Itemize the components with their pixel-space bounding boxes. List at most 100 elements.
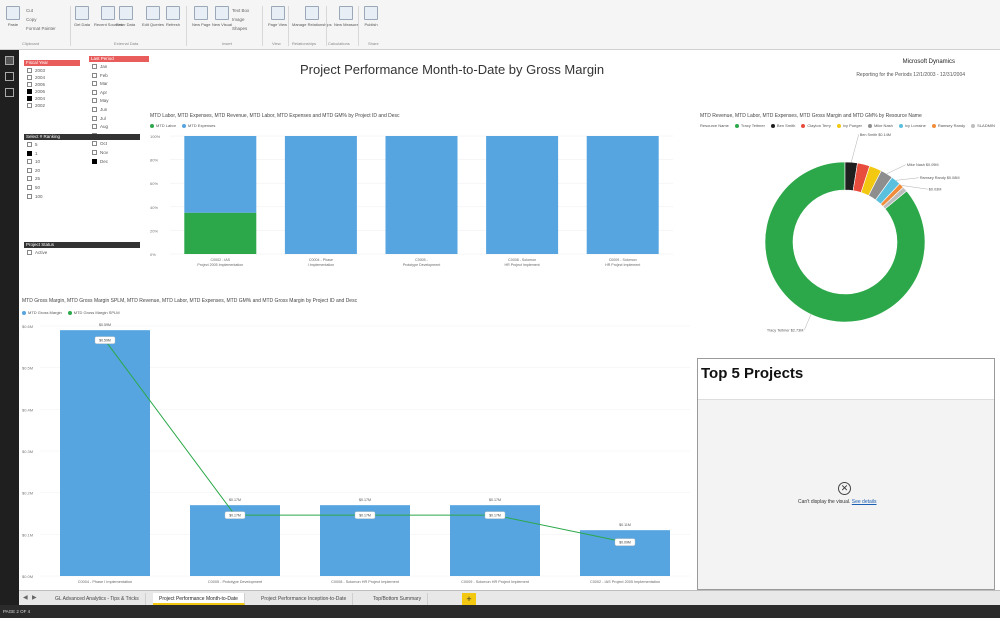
copy-button[interactable]: Copy xyxy=(26,17,37,22)
checkbox[interactable] xyxy=(92,72,97,78)
bar-segment[interactable] xyxy=(184,136,257,213)
shapes-button[interactable]: Shapes xyxy=(232,26,247,31)
legend-item[interactable]: SLADMIN xyxy=(971,123,995,128)
legend-item[interactable]: MTD Labor xyxy=(150,123,176,128)
add-page-button[interactable]: + xyxy=(462,593,476,605)
slicer-item[interactable]: 2006 xyxy=(27,89,45,94)
relationships-view-icon[interactable] xyxy=(5,88,14,97)
checkbox[interactable] xyxy=(27,68,32,73)
gross-margin-chart[interactable]: $0.6M $0.5M $0.4M $0.3M $0.2M $0.1M $0.0M $0.59… xyxy=(22,318,694,590)
checkbox[interactable] xyxy=(92,150,97,155)
checkbox[interactable] xyxy=(27,89,32,94)
slicer-item[interactable]: Jun xyxy=(92,107,107,112)
slicer-item[interactable]: 2004 xyxy=(27,96,45,101)
checkbox[interactable] xyxy=(27,185,32,190)
edit-queries-button[interactable]: Edit Queries xyxy=(142,6,164,27)
bar-segment[interactable] xyxy=(586,136,659,254)
slicer-item[interactable]: Apr xyxy=(92,89,107,95)
checkbox[interactable] xyxy=(27,250,32,255)
new-visual-button[interactable]: New Visual xyxy=(212,6,232,27)
checkbox[interactable] xyxy=(92,81,97,87)
checkbox[interactable] xyxy=(27,159,32,165)
legend-item[interactable]: Mike Nash xyxy=(868,123,893,128)
slicer-item[interactable]: Nov xyxy=(92,150,108,155)
slicer-item[interactable]: 10 xyxy=(27,159,40,165)
slicer-item[interactable]: 50 xyxy=(27,185,40,190)
legend-item[interactable]: Ivy Lorraine xyxy=(898,123,926,128)
report-view-icon[interactable] xyxy=(5,56,14,65)
checkbox[interactable] xyxy=(27,96,32,101)
bar-segment[interactable] xyxy=(486,136,559,254)
prev-page-icon[interactable]: ◀ xyxy=(23,594,28,601)
checkbox[interactable] xyxy=(92,107,97,112)
slicer-item[interactable]: 2004 xyxy=(27,75,45,80)
slicer-item[interactable]: Jul xyxy=(92,115,106,121)
gross-margin-bar[interactable] xyxy=(60,330,150,576)
slicer-item[interactable]: Feb xyxy=(92,72,108,78)
slicer-item[interactable]: 2002 xyxy=(27,103,45,108)
bar-segment[interactable] xyxy=(184,212,257,254)
gross-margin-bar[interactable] xyxy=(580,530,670,576)
publish-button[interactable]: Publish xyxy=(364,6,378,27)
slicer-item[interactable]: May xyxy=(92,98,109,104)
legend-item[interactable]: Tracy Teitmer xyxy=(734,123,765,128)
legend-item[interactable]: Clayton Terry xyxy=(801,123,831,128)
legend-item[interactable]: Ivy Pueger xyxy=(836,123,862,128)
slicer-item[interactable]: Aug xyxy=(92,124,108,130)
legend-item[interactable]: Ramsey Randy xyxy=(931,123,965,128)
text-box-button[interactable]: Text Box xyxy=(232,8,249,13)
checkbox[interactable] xyxy=(27,193,32,199)
checkbox[interactable] xyxy=(27,75,32,80)
checkbox[interactable] xyxy=(92,64,97,69)
legend-item[interactable]: MTD Expenses xyxy=(182,123,215,128)
checkbox[interactable] xyxy=(92,158,97,164)
labor-expenses-chart[interactable]: 100% 80% 60% 40% 20% 0% C0002 - IASProject 200… xyxy=(148,130,678,278)
checkbox[interactable] xyxy=(92,115,97,121)
checkbox[interactable] xyxy=(27,103,32,108)
checkbox[interactable] xyxy=(27,176,32,182)
checkbox[interactable] xyxy=(27,82,32,87)
legend-item[interactable]: Ben Smith xyxy=(770,123,795,128)
checkbox[interactable] xyxy=(27,167,32,173)
next-page-icon[interactable]: ▶ xyxy=(32,594,37,601)
slicer-item[interactable]: Dec xyxy=(92,158,108,164)
image-button[interactable]: Image xyxy=(232,17,245,22)
tab-gl-advanced-analytics[interactable]: GL Advanced Analytics - Tips & Tricks xyxy=(49,593,146,605)
checkbox[interactable] xyxy=(92,141,97,147)
slicer-item[interactable]: Active xyxy=(27,250,47,255)
tab-project-performance-itd[interactable]: Project Performance Inception-to-Date xyxy=(255,593,354,605)
paste-button[interactable]: Paste xyxy=(6,6,20,27)
top5-projects-visual[interactable]: Top 5 Projects ✕ Can't display the visua… xyxy=(697,358,995,590)
checkbox[interactable] xyxy=(27,142,32,147)
page-view-button[interactable]: Page View xyxy=(268,6,287,27)
slicer-item[interactable]: Jan xyxy=(92,64,107,69)
slicer-item[interactable]: 1 xyxy=(27,150,38,156)
slicer-item[interactable]: 2003 xyxy=(27,68,45,73)
legend-item[interactable]: MTD Gross Margin xyxy=(22,310,62,315)
see-details-link[interactable]: See details xyxy=(852,499,877,505)
checkbox[interactable] xyxy=(92,124,97,130)
new-measure-button[interactable]: New Measure xyxy=(334,6,359,27)
refresh-button[interactable]: Refresh xyxy=(166,6,180,27)
tab-project-performance-mtd[interactable]: Project Performance Month-to-Date xyxy=(153,593,245,605)
format-painter-button[interactable]: Format Painter xyxy=(26,26,56,31)
tab-top-bottom-summary[interactable]: Top/Bottom Summary xyxy=(367,593,429,605)
checkbox[interactable] xyxy=(92,89,97,95)
get-data-button[interactable]: Get Data xyxy=(74,6,90,27)
cut-button[interactable]: Cut xyxy=(26,8,33,13)
bar-segment[interactable] xyxy=(385,136,458,254)
bar-segment[interactable] xyxy=(284,136,357,254)
slicer-item[interactable]: 20 xyxy=(27,167,40,173)
slicer-item[interactable]: Mar xyxy=(92,81,108,87)
checkbox[interactable] xyxy=(27,150,32,156)
data-view-icon[interactable] xyxy=(5,72,14,81)
checkbox[interactable] xyxy=(92,98,97,104)
new-page-button[interactable]: New Page xyxy=(192,6,210,27)
slicer-item[interactable]: 25 xyxy=(27,176,40,182)
legend-item[interactable]: MTD Gross Margin SPLM xyxy=(67,310,120,315)
slicer-item[interactable]: 5 xyxy=(27,142,38,147)
slicer-item[interactable]: 100 xyxy=(27,193,43,199)
resource-donut-chart[interactable]: Tracy Teitmer $2.73M Ben Smith $0.14M Mike… xyxy=(700,130,995,350)
slicer-item[interactable]: 2005 xyxy=(27,82,45,87)
slicer-item[interactable]: Oct xyxy=(92,141,107,147)
